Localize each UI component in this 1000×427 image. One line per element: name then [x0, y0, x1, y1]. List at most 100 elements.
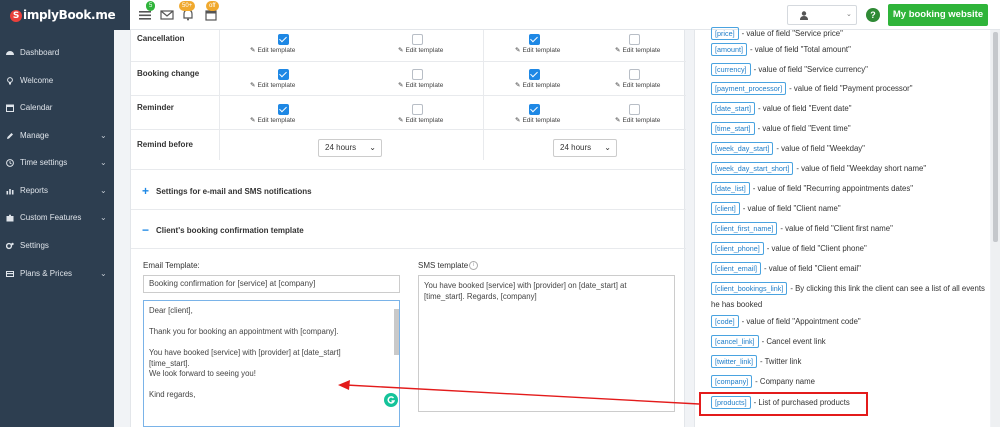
user-menu[interactable]: ⌄	[787, 5, 857, 25]
edit-template-link[interactable]: ✎ Edit template	[398, 81, 443, 89]
variable-tag[interactable]: [price]	[711, 27, 739, 40]
section-booking-confirmation[interactable]: − Client's booking confirmation template	[131, 211, 686, 249]
edit-template-link[interactable]: ✎ Edit template	[398, 46, 443, 54]
variable-tag[interactable]: [time_start]	[711, 122, 755, 135]
variable-tag[interactable]: [client_first_name]	[711, 222, 778, 235]
edit-template-link[interactable]: ✎ Edit template	[515, 46, 560, 54]
sidebar-item-label: Welcome	[20, 76, 54, 85]
scrollbar-thumb[interactable]	[993, 32, 998, 242]
remind-before-select-client[interactable]: 24 hours ⌄	[318, 139, 382, 157]
sidebar-item-reports[interactable]: Reports ⌄	[0, 181, 114, 201]
chevron-down-icon: ⌄	[604, 143, 611, 152]
help-button[interactable]: ?	[866, 8, 880, 22]
sidebar-item-plans-prices[interactable]: Plans & Prices ⌄	[0, 264, 114, 284]
variable-tag[interactable]: [currency]	[711, 63, 751, 76]
edit-template-link[interactable]: ✎ Edit template	[615, 81, 660, 89]
edit-template-link[interactable]: ✎ Edit template	[615, 116, 660, 124]
edit-template-link[interactable]: ✎ Edit template	[250, 81, 295, 89]
main-panel: Cancellation ✎ Edit template ✎ Edit templa…	[130, 30, 686, 427]
checkbox-booking-change-email-admin[interactable]	[529, 69, 540, 80]
variable-tag[interactable]: [payment_processor]	[711, 82, 787, 95]
sidebar-item-manage[interactable]: Manage ⌄	[0, 126, 114, 146]
variable-tag[interactable]: [date_start]	[711, 102, 755, 115]
section-settings-notifications[interactable]: + Settings for e-mail and SMS notificati…	[131, 172, 686, 210]
sidebar-item-welcome[interactable]: Welcome	[0, 71, 114, 91]
row-label: Reminder	[137, 103, 174, 112]
variable-description: - value of field "Client email"	[763, 264, 861, 273]
sidebar-item-calendar[interactable]: Calendar	[0, 98, 114, 118]
list-badge: 5	[146, 1, 156, 11]
variable-tag[interactable]: [company]	[711, 375, 753, 388]
mail-icon[interactable]	[160, 9, 174, 21]
clock-icon	[6, 159, 14, 167]
email-subject-input[interactable]: Booking confirmation for [service] at [c…	[143, 275, 400, 293]
page-scrollbar[interactable]	[991, 30, 1000, 427]
row-label: Booking change	[137, 69, 200, 78]
row-label: Cancellation	[137, 34, 185, 43]
variable-item: [client_first_name] - value of field "Cli…	[711, 222, 893, 235]
edit-template-link[interactable]: ✎ Edit template	[250, 46, 295, 54]
sidebar-item-label: Time settings	[20, 158, 68, 167]
pencil-icon: ✎	[398, 82, 404, 89]
variable-description: - value of field "Client phone"	[766, 244, 867, 253]
variable-tag[interactable]: [client]	[711, 202, 740, 215]
sidebar-item-dashboard[interactable]: Dashboard	[0, 43, 114, 63]
variable-description: - value of field "Event date"	[757, 104, 852, 113]
sidebar-item-time-settings[interactable]: Time settings ⌄	[0, 153, 114, 173]
sidebar-item-custom-features[interactable]: Custom Features ⌄	[0, 208, 114, 228]
email-body-textarea[interactable]: Dear [client], Thank you for booking an …	[143, 300, 400, 427]
logo[interactable]: SimplyBook.me	[0, 0, 130, 30]
checkbox-booking-change-sms-admin[interactable]	[629, 69, 640, 80]
remind-before-select-admin[interactable]: 24 hours ⌄	[553, 139, 617, 157]
checkbox-booking-change-email-client[interactable]	[278, 69, 289, 80]
variable-tag[interactable]: [week_day_start_short]	[711, 162, 794, 175]
variable-tag[interactable]: [twitter_link]	[711, 355, 757, 368]
edit-template-link[interactable]: ✎ Edit template	[515, 116, 560, 124]
variable-tag[interactable]: [client_phone]	[711, 242, 764, 255]
variable-tag[interactable]: [client_email]	[711, 262, 761, 275]
gears-icon	[6, 242, 14, 250]
my-booking-website-button[interactable]: My booking website	[888, 4, 988, 26]
variable-tag[interactable]: [cancel_link]	[711, 335, 759, 348]
sidebar-item-settings[interactable]: Settings	[0, 236, 114, 256]
pencil-icon: ✎	[250, 82, 256, 89]
checkbox-reminder-email-client[interactable]	[278, 104, 289, 115]
variable-description: - value of field "Recurring appointments…	[752, 184, 914, 193]
section-title: Client's booking confirmation template	[156, 226, 304, 235]
grammarly-icon[interactable]	[384, 393, 398, 407]
edit-template-link[interactable]: ✎ Edit template	[615, 46, 660, 54]
checkbox-booking-change-sms-client[interactable]	[412, 69, 423, 80]
checkbox-cancellation-sms-admin[interactable]	[629, 34, 640, 45]
variable-item: [week_day_start_short] - value of field "…	[711, 162, 926, 175]
pencil-icon: ✎	[398, 117, 404, 124]
variable-item: [date_start] - value of field "Event date…	[711, 102, 852, 115]
pencil-icon: ✎	[515, 117, 521, 124]
info-icon[interactable]: i	[469, 261, 478, 270]
checkbox-reminder-sms-client[interactable]	[412, 104, 423, 115]
checkbox-cancellation-email-admin[interactable]	[529, 34, 540, 45]
edit-template-link[interactable]: ✎ Edit template	[250, 116, 295, 124]
textarea-scrollbar[interactable]	[394, 309, 399, 355]
edit-template-link[interactable]: ✎ Edit template	[515, 81, 560, 89]
checkbox-reminder-sms-admin[interactable]	[629, 104, 640, 115]
sidebar-item-label: Plans & Prices	[20, 269, 73, 278]
chevron-down-icon: ⌄	[100, 213, 107, 222]
sms-body-textarea[interactable]: You have booked [service] with [provider…	[418, 275, 675, 412]
card-icon	[6, 271, 14, 277]
checkbox-reminder-email-admin[interactable]	[529, 104, 540, 115]
variable-tag[interactable]: [code]	[711, 315, 739, 328]
pencil-icon: ✎	[515, 82, 521, 89]
variable-tag[interactable]: [client_bookings_link]	[711, 282, 788, 295]
variable-tag[interactable]: [date_list]	[711, 182, 750, 195]
variable-tag[interactable]: [week_day_start]	[711, 142, 774, 155]
variable-tag[interactable]: [amount]	[711, 43, 747, 56]
variable-description: - value of field "Appointment code"	[741, 317, 861, 326]
variable-description: - value of field "Total amount"	[749, 45, 851, 54]
checkbox-cancellation-sms-client[interactable]	[412, 34, 423, 45]
sms-body-text: You have booked [service] with [provider…	[424, 281, 627, 301]
edit-template-link[interactable]: ✎ Edit template	[398, 116, 443, 124]
logo-text: SimplyBook.me	[10, 8, 116, 22]
checkbox-cancellation-email-client[interactable]	[278, 34, 289, 45]
variable-item: [payment_processor] - value of field "Pay…	[711, 82, 913, 95]
variable-description: - By clicking this link the client can s…	[790, 284, 985, 293]
